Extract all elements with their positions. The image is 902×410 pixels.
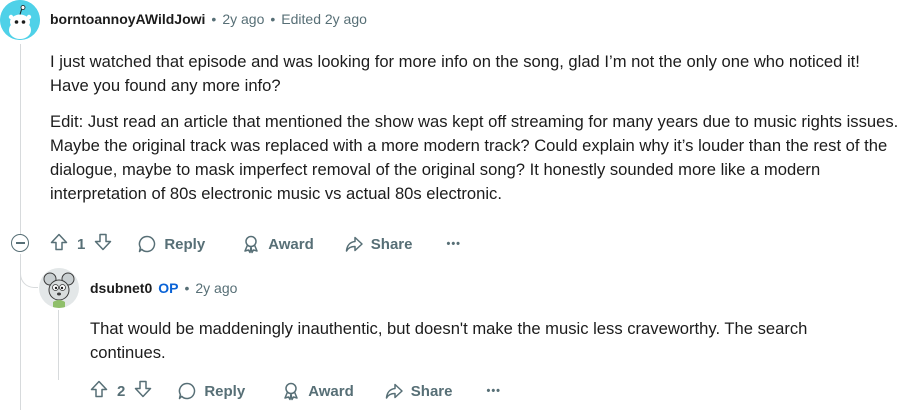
comment-paragraph: I just watched that episode and was look…: [50, 52, 860, 95]
upvote-icon[interactable]: [89, 379, 109, 403]
downvote-icon[interactable]: [93, 232, 113, 256]
reply-label: Reply: [204, 382, 246, 400]
timestamp[interactable]: 2y ago: [195, 280, 237, 296]
author-name[interactable]: borntoannoyAWildJowi: [50, 11, 205, 27]
edited-label: Edited 2y ago: [281, 11, 367, 27]
thread-line-branch: [20, 254, 38, 288]
comment-actions: 1 Reply Award Share •••: [49, 228, 461, 260]
more-dots-icon: •••: [446, 238, 462, 250]
share-arrow-icon: [344, 234, 364, 254]
comment-meta: dsubnet0 OP • 2y ago: [90, 280, 237, 296]
share-label: Share: [410, 382, 453, 400]
award-icon: [281, 381, 301, 401]
comment-body: I just watched that episode and was look…: [50, 50, 900, 206]
comment-paragraph: That would be maddeningly inauthentic, b…: [90, 319, 808, 362]
mouse-avatar-icon[interactable]: [39, 268, 79, 308]
reply-button[interactable]: Reply: [177, 381, 245, 401]
comment-body: That would be maddeningly inauthentic, b…: [90, 317, 870, 365]
comment-meta: borntoannoyAWildJowi • 2y ago • Edited 2…: [50, 11, 367, 27]
thread-line-reply: [58, 310, 59, 380]
award-button[interactable]: Award: [241, 234, 314, 254]
reply-label: Reply: [164, 235, 206, 253]
award-button[interactable]: Award: [281, 381, 354, 401]
vote-score: 2: [117, 382, 126, 400]
reply-bubble-icon: [137, 234, 157, 254]
vote-score: 1: [77, 235, 86, 253]
author-name[interactable]: dsubnet0: [90, 280, 152, 296]
separator-dot: •: [184, 280, 190, 296]
collapse-minus-icon[interactable]: [11, 234, 29, 252]
op-badge: OP: [158, 280, 179, 296]
snoo-avatar-icon[interactable]: [0, 0, 40, 40]
share-arrow-icon: [384, 381, 404, 401]
timestamp[interactable]: 2y ago: [222, 11, 264, 27]
separator-dot: •: [270, 11, 276, 27]
more-options-button[interactable]: •••: [446, 238, 461, 250]
thread-line-main: [20, 44, 21, 234]
award-icon: [241, 234, 261, 254]
upvote-icon[interactable]: [49, 232, 69, 256]
comment-paragraph: Edit: Just read an article that mentione…: [50, 112, 899, 203]
more-options-button[interactable]: •••: [486, 385, 501, 397]
award-label: Award: [268, 235, 314, 253]
award-label: Award: [308, 382, 354, 400]
more-dots-icon: •••: [486, 385, 502, 397]
share-button[interactable]: Share: [384, 381, 453, 401]
reply-button[interactable]: Reply: [137, 234, 205, 254]
share-label: Share: [370, 235, 413, 253]
vote-group: 2: [89, 379, 153, 403]
separator-dot: •: [211, 11, 217, 27]
share-button[interactable]: Share: [344, 234, 413, 254]
comment-actions: 2 Reply Award Share •••: [89, 375, 501, 407]
downvote-icon[interactable]: [133, 379, 153, 403]
reply-bubble-icon: [177, 381, 197, 401]
vote-group: 1: [49, 232, 113, 256]
